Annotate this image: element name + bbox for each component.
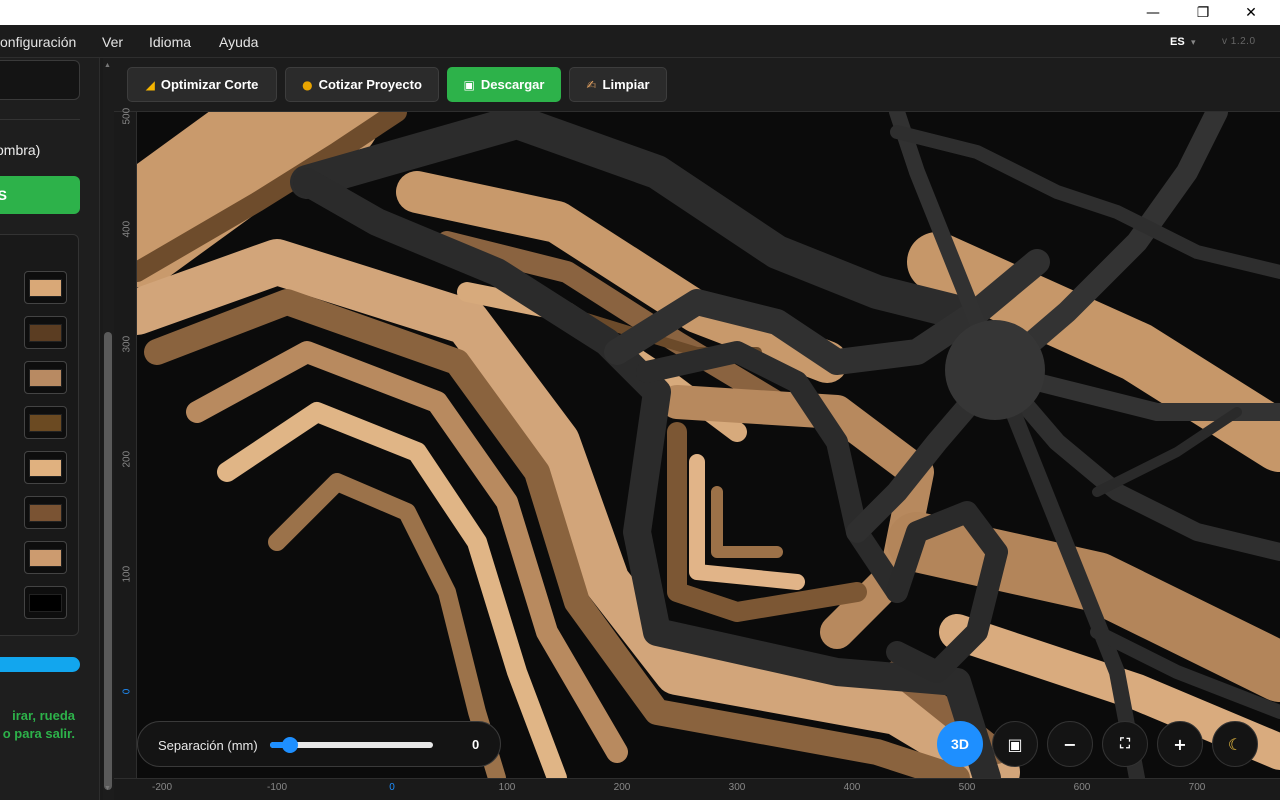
- color-swatch: [29, 593, 62, 612]
- quote-project-button[interactable]: ● Cotizar Proyecto: [285, 67, 439, 102]
- project-name-input[interactable]: [0, 60, 80, 100]
- scrollbar-thumb[interactable]: [104, 332, 112, 790]
- color-swatch: [29, 503, 62, 522]
- layer-color-swatch[interactable]: [24, 541, 67, 574]
- ruler-tick-label: 300: [121, 335, 133, 353]
- toolbar: ◢ Optimizar Corte ● Cotizar Proyecto ▣ D…: [114, 58, 1280, 112]
- process-button[interactable]: S: [0, 176, 80, 214]
- optimize-cut-label: Optimizar Corte: [160, 77, 259, 92]
- quote-project-label: Cotizar Proyecto: [318, 77, 422, 92]
- clear-label: Limpiar: [602, 77, 650, 92]
- ruler-tick-label: 200: [613, 782, 631, 793]
- color-swatch: [29, 548, 62, 567]
- menu-bar: onfiguración Ver Idioma Ayuda ES ▾ v 1.2…: [0, 25, 1280, 58]
- minus-icon: −: [1063, 734, 1077, 754]
- dark-mode-button[interactable]: ☾: [1212, 721, 1258, 767]
- sidebar: ombra) S irar, rueda o para salir.: [0, 58, 100, 800]
- layer-color-swatch[interactable]: [24, 406, 67, 439]
- separation-slider-thumb[interactable]: [281, 737, 298, 753]
- separation-label: Separación (mm): [158, 738, 258, 753]
- optimize-cut-button[interactable]: ◢ Optimizar Corte: [127, 67, 277, 102]
- layer-color-swatch[interactable]: [24, 496, 67, 529]
- fit-view-button[interactable]: ⛶: [1102, 721, 1148, 767]
- ruler-tick-label: 400: [121, 220, 133, 238]
- floppy-disk-icon: ▣: [463, 77, 475, 92]
- chevron-down-icon: ▾: [1191, 37, 1196, 47]
- progress-bar: [0, 657, 80, 672]
- layered-model-render: [137, 112, 1280, 778]
- separation-value: 0: [472, 737, 480, 752]
- layer-color-swatch[interactable]: [24, 586, 67, 619]
- language-selector[interactable]: ES: [1170, 36, 1185, 48]
- version-label: v 1.2.0: [1222, 36, 1256, 47]
- layer-color-swatch[interactable]: [24, 271, 67, 304]
- menu-configuracion[interactable]: onfiguración: [0, 34, 76, 50]
- layer-color-swatch[interactable]: [24, 361, 67, 394]
- view-3d-button[interactable]: 3D: [937, 721, 983, 767]
- plus-icon: +: [1173, 734, 1187, 754]
- separation-panel: Separación (mm) 0: [137, 721, 501, 767]
- ruler-tick-label: 300: [728, 782, 746, 793]
- restore-icon[interactable]: ❐: [1180, 0, 1226, 25]
- 3d-viewport[interactable]: [137, 112, 1280, 778]
- menu-idioma[interactable]: Idioma: [149, 34, 191, 50]
- help-text: irar, rueda o para salir.: [3, 707, 75, 743]
- scroll-down-icon[interactable]: ▼: [104, 785, 111, 792]
- color-swatch: [29, 278, 62, 297]
- zoom-in-button[interactable]: +: [1157, 721, 1203, 767]
- ruler-icon: ◢: [145, 77, 155, 92]
- ruler-tick-label: 200: [121, 450, 133, 468]
- ruler-tick-label: 0: [389, 782, 395, 793]
- menu-ayuda[interactable]: Ayuda: [219, 34, 258, 50]
- separation-slider[interactable]: [270, 737, 433, 753]
- sidebar-divider: [0, 119, 80, 120]
- view-2d-button[interactable]: ▣: [992, 721, 1038, 767]
- color-swatch: [29, 368, 62, 387]
- fit-screen-icon: ⛶: [1120, 736, 1130, 752]
- ruler-tick-label: 500: [121, 107, 133, 125]
- process-button-label: S: [0, 187, 7, 203]
- ruler-tick-label: 700: [1188, 782, 1206, 793]
- view-3d-label: 3D: [951, 736, 969, 752]
- zoom-out-button[interactable]: −: [1047, 721, 1093, 767]
- color-swatch: [29, 458, 62, 477]
- ruler-tick-label: 500: [958, 782, 976, 793]
- ruler-tick-label: 400: [843, 782, 861, 793]
- help-text-line: o para salir.: [2, 726, 75, 741]
- money-bag-icon: ●: [302, 77, 313, 92]
- window-titlebar: — ❐ ✕: [0, 0, 1280, 25]
- ruler-tick-label: -200: [151, 782, 173, 793]
- color-swatch: [29, 413, 62, 432]
- square-view-icon: ▣: [1007, 734, 1023, 754]
- layer-color-swatch[interactable]: [24, 451, 67, 484]
- download-label: Descargar: [480, 77, 545, 92]
- ruler-tick-label: 100: [121, 565, 133, 583]
- download-button[interactable]: ▣ Descargar: [447, 67, 561, 102]
- minimize-icon[interactable]: —: [1130, 0, 1176, 25]
- ruler-tick-label: -100: [266, 782, 288, 793]
- moon-icon: ☾: [1227, 734, 1243, 754]
- ruler-tick-label: 600: [1073, 782, 1091, 793]
- broom-icon: ✍: [586, 77, 597, 92]
- close-icon[interactable]: ✕: [1228, 0, 1274, 25]
- menu-ver[interactable]: Ver: [102, 34, 123, 50]
- clear-button[interactable]: ✍ Limpiar: [569, 67, 667, 102]
- scroll-up-icon[interactable]: ▲: [104, 62, 111, 69]
- layer-color-swatch[interactable]: [24, 316, 67, 349]
- horizontal-ruler: -200 -100 0 100 200 300 400 500 600 700: [114, 778, 1280, 800]
- ruler-tick-label: 100: [498, 782, 516, 793]
- shadow-label: ombra): [0, 142, 41, 158]
- vertical-ruler: 500 400 300 200 100 0: [114, 107, 137, 778]
- color-swatch: [29, 323, 62, 342]
- help-text-line: irar, rueda: [12, 708, 75, 723]
- model-center-hub: [945, 320, 1045, 420]
- ruler-tick-label: 0: [121, 688, 133, 695]
